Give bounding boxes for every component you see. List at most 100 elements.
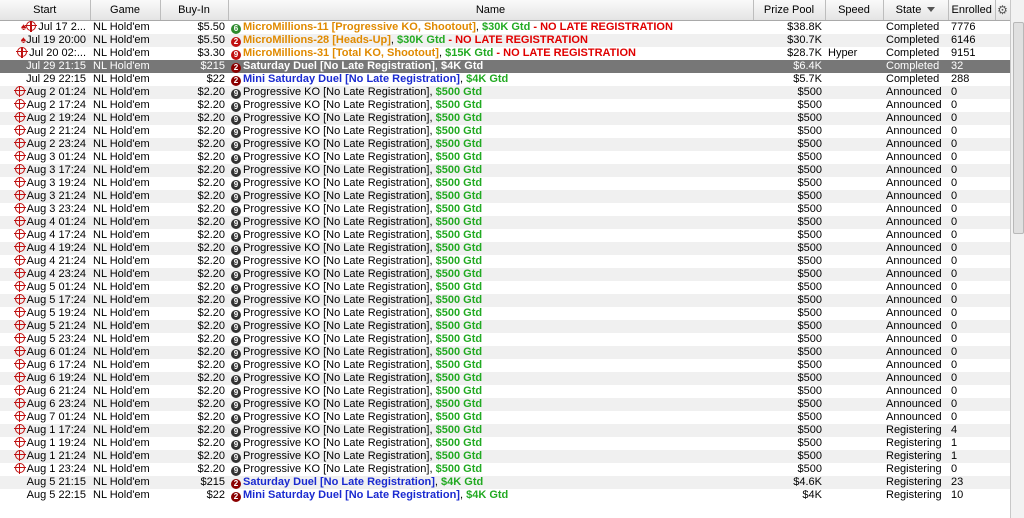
column-header-label: Buy-In [178,3,210,16]
column-settings-button[interactable]: ⚙ [995,0,1010,21]
tournament-name: Saturday Duel [No Late Registration] [243,59,435,72]
cell-prize-pool: $500 [753,241,825,255]
start-time: Aug 4 23:24 [26,267,86,280]
column-header-enrolled[interactable]: Enrolled [948,0,996,21]
table-row[interactable]: Aug 5 01:24 NL Hold'em $2.20 9 Progressive K… [0,280,1010,294]
cell-prize-pool: $500 [797,436,822,449]
tournament-name: Mini Saturday Duel [No Late Registration… [243,488,460,501]
table-row[interactable]: Aug 1 21:24 NL Hold'em $2.20 9 Progressive K… [0,449,1010,463]
table-row[interactable]: Aug 2 17:24 NL Hold'em $2.20 9 Progressive K… [0,98,1010,112]
cell-start: Aug 2 21:24 [0,124,90,138]
table-row[interactable]: Aug 2 01:24 NL Hold'em $2.20 9 Progressive K… [0,85,1010,99]
cell-state: Announced [883,345,948,359]
guarantee-text: $500 Gtd [435,371,483,384]
column-header-game[interactable]: Game [90,0,161,21]
cell-enrolled: 0 [948,397,995,411]
vertical-scrollbar[interactable] [1010,0,1024,518]
table-row[interactable]: Jul 20 02:... NL Hold'em $3.30 9 MicroMillio… [0,46,1010,60]
table-row[interactable]: Jul 29 21:15 NL Hold'em $215 2 Saturday Duel… [0,59,1010,73]
cell-enrolled: 0 [951,462,958,475]
table-row[interactable]: Aug 1 19:24 NL Hold'em $2.20 9 Progressive K… [0,436,1010,450]
cell-buyin: $2.20 [160,423,228,437]
table-row[interactable]: Aug 6 01:24 NL Hold'em $2.20 9 Progressive K… [0,345,1010,359]
table-row[interactable]: Aug 1 23:24 NL Hold'em $2.20 9 Progressive K… [0,462,1010,476]
table-row[interactable]: Aug 6 19:24 NL Hold'em $2.20 9 Progressive K… [0,371,1010,385]
table-row[interactable]: Aug 3 17:24 NL Hold'em $2.20 9 Progressive K… [0,163,1010,177]
cell-name: 9 Progressive KO [No Late Registration], … [228,281,753,294]
table-size-badge-icon: 9 [231,218,241,229]
table-row[interactable]: Aug 2 21:24 NL Hold'em $2.20 9 Progressive K… [0,124,1010,138]
guarantee-text: $500 Gtd [435,202,483,215]
tournament-name: Progressive KO [No Late Registration] [243,397,430,410]
table-row[interactable]: Aug 3 01:24 NL Hold'em $2.20 9 Progressive K… [0,150,1010,164]
cell-name: 9 Progressive KO [No Late Registration], … [228,437,753,450]
cell-game: NL Hold'em [93,436,150,449]
table-row[interactable]: Aug 3 19:24 NL Hold'em $2.20 9 Progressive K… [0,176,1010,190]
table-row[interactable]: Aug 5 21:24 NL Hold'em $2.20 9 Progressive K… [0,319,1010,333]
scrollbar-thumb[interactable] [1013,22,1024,234]
start-time: Aug 6 17:24 [26,358,86,371]
table-row[interactable]: ♠ Jul 17 2... NL Hold'em $5.50 6 MicroMillion… [0,20,1010,34]
start-time: Jul 29 22:15 [26,72,86,85]
table-row[interactable]: Aug 1 17:24 NL Hold'em $2.20 9 Progressive K… [0,423,1010,437]
table-row[interactable]: Aug 6 21:24 NL Hold'em $2.20 9 Progressive K… [0,384,1010,398]
table-row[interactable]: Aug 4 01:24 NL Hold'em $2.20 9 Progressive K… [0,215,1010,229]
cell-spacer [995,359,1010,372]
table-row[interactable]: Aug 2 19:24 NL Hold'em $2.20 9 Progressive K… [0,111,1010,125]
guarantee-text: $500 Gtd [435,137,483,150]
cell-enrolled: 0 [948,215,995,229]
cell-state: Registering [883,423,948,437]
column-header-buyin[interactable]: Buy-In [160,0,229,21]
cell-state: Announced [886,98,942,111]
table-row[interactable]: Aug 5 22:15 NL Hold'em $22 2 Mini Saturday D… [0,489,1010,502]
guarantee-text: $500 Gtd [435,163,483,176]
cell-spacer [995,111,1010,125]
cell-speed [825,307,883,320]
table-row[interactable]: Aug 7 01:24 NL Hold'em $2.20 9 Progressive K… [0,410,1010,424]
column-header-start[interactable]: Start [0,0,91,21]
table-row[interactable]: Aug 3 21:24 NL Hold'em $2.20 9 Progressive K… [0,189,1010,203]
knockout-crosshair-icon [13,254,26,266]
table-row[interactable]: Aug 5 17:24 NL Hold'em $2.20 9 Progressive K… [0,293,1010,307]
column-header-speed[interactable]: Speed [825,0,884,21]
cell-buyin: $2.20 [197,202,225,215]
cell-speed [825,437,883,450]
cell-enrolled: 1 [948,449,995,463]
cell-start: ♠ Jul 17 2... [0,20,90,34]
cell-enrolled: 0 [951,306,958,319]
table-row[interactable]: Aug 6 17:24 NL Hold'em $2.20 9 Progressive K… [0,358,1010,372]
table-row[interactable]: Aug 3 23:24 NL Hold'em $2.20 9 Progressive K… [0,202,1010,216]
table-row[interactable]: Aug 5 19:24 NL Hold'em $2.20 9 Progressive K… [0,306,1010,320]
start-time: Aug 2 21:24 [26,124,86,137]
column-header-state[interactable]: State [883,0,949,21]
cell-buyin: $2.20 [197,410,225,423]
knockout-crosshair-icon [13,150,26,162]
cell-speed [825,151,883,164]
cell-game: NL Hold'em [93,72,150,85]
table-row[interactable]: Aug 6 23:24 NL Hold'em $2.20 9 Progressive K… [0,397,1010,411]
cell-spacer [995,189,1010,203]
column-header-name[interactable]: Name [228,0,754,21]
table-row[interactable]: Aug 4 23:24 NL Hold'em $2.20 9 Progressive K… [0,267,1010,281]
table-row[interactable]: Aug 4 19:24 NL Hold'em $2.20 9 Progressive K… [0,241,1010,255]
table-row[interactable]: ♠Jul 19 20:00 NL Hold'em $5.50 2 MicroMillio… [0,33,1010,47]
cell-buyin: $2.20 [197,384,225,397]
cell-enrolled: 0 [951,228,958,241]
table-row[interactable]: Aug 5 23:24 NL Hold'em $2.20 9 Progressive K… [0,332,1010,346]
knockout-crosshair-icon [13,319,26,331]
table-row[interactable]: Aug 5 21:15 NL Hold'em $215 2 Saturday Duel … [0,475,1010,489]
column-header-prize-pool[interactable]: Prize Pool [753,0,826,21]
table-row[interactable]: Aug 4 17:24 NL Hold'em $2.20 9 Progressive K… [0,228,1010,242]
table-row[interactable]: Aug 2 23:24 NL Hold'em $2.20 9 Progressive K… [0,137,1010,151]
cell-buyin: $3.30 [197,46,225,59]
cell-buyin: $2.20 [160,215,228,229]
cell-spacer [995,255,1010,268]
cell-state: Announced [886,176,942,189]
start-time: Aug 3 21:24 [26,189,86,202]
cell-spacer [995,85,1010,99]
table-row[interactable]: Jul 29 22:15 NL Hold'em $22 2 Mini Saturday … [0,73,1010,86]
table-row[interactable]: Aug 4 21:24 NL Hold'em $2.20 9 Progressive K… [0,254,1010,268]
cell-spacer [995,463,1010,476]
table-header: Start Game Buy-In Name Prize Pool Speed … [0,0,1010,21]
guarantee-text: $500 Gtd [435,332,483,345]
